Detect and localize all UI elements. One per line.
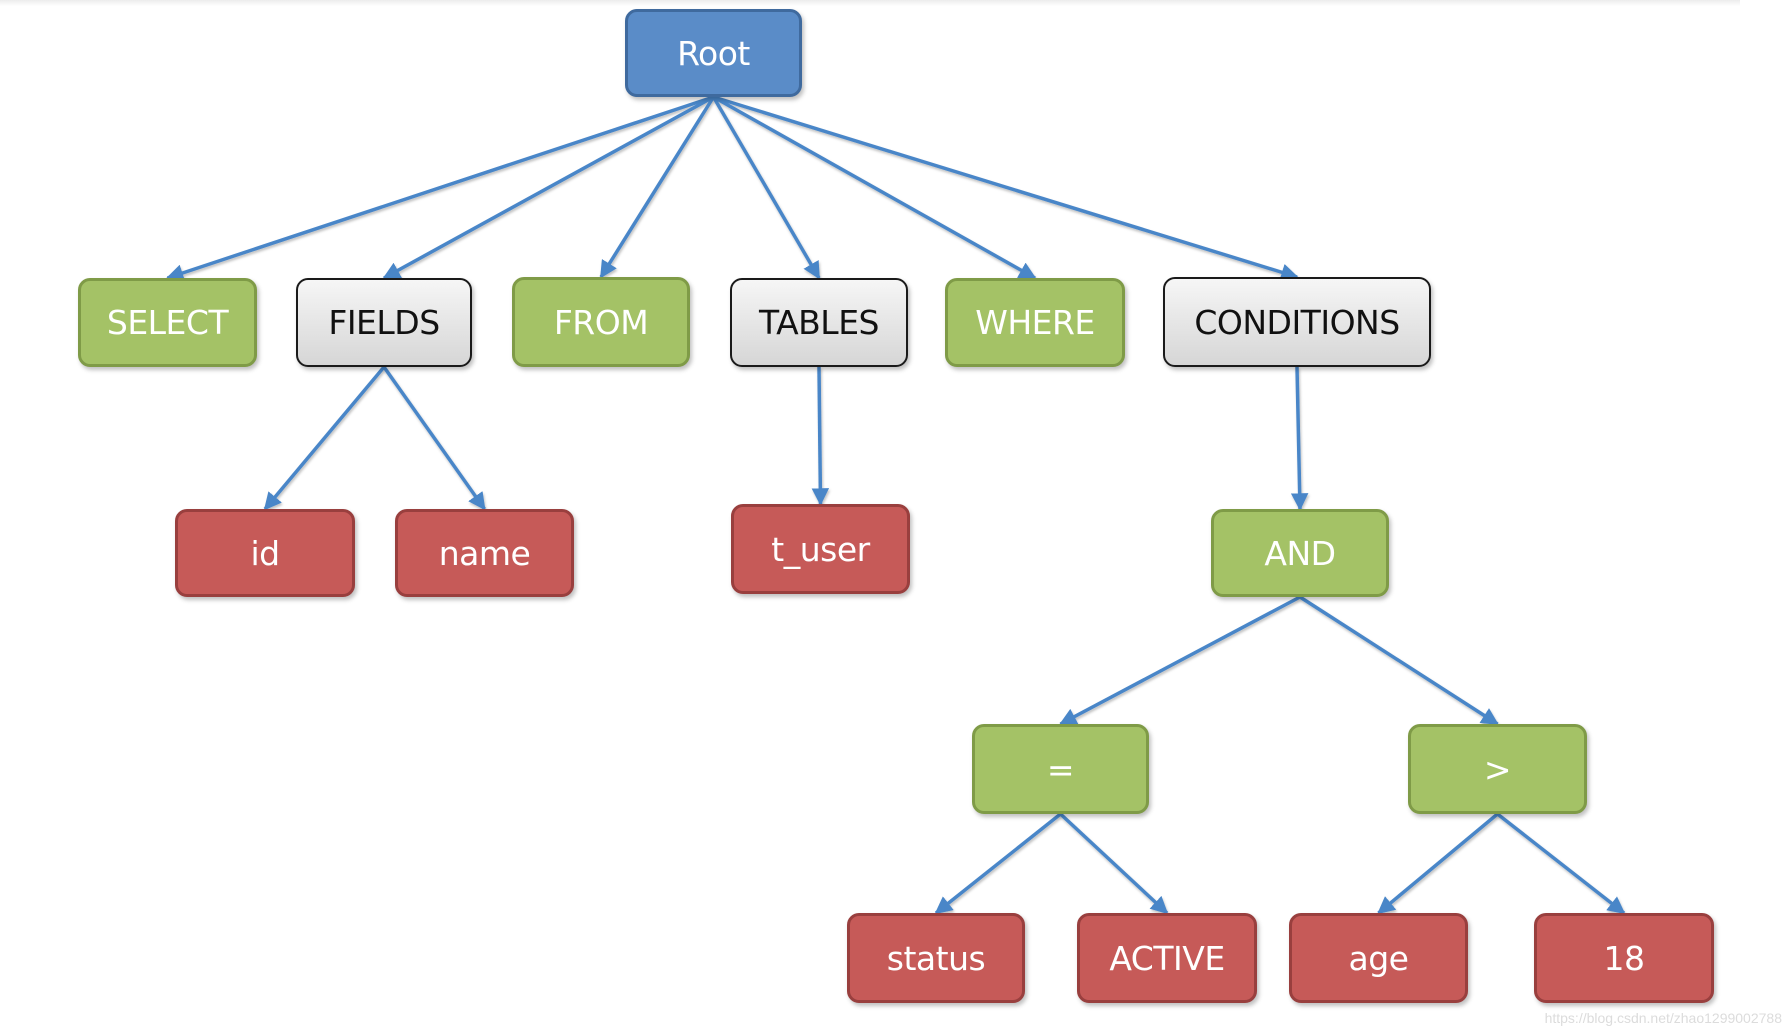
node-label: ACTIVE xyxy=(1109,938,1225,978)
node-label: status xyxy=(886,938,986,978)
node-label: SELECT xyxy=(106,303,229,342)
node-and: AND xyxy=(1211,509,1389,597)
node-label: WHERE xyxy=(975,303,1095,342)
node-label: > xyxy=(1483,749,1512,789)
edge-root-to-select xyxy=(165,95,715,282)
node-label: AND xyxy=(1264,533,1336,573)
edge-root-to-from xyxy=(599,96,715,279)
edge-eq-to-status xyxy=(934,812,1062,915)
node-select: SELECT xyxy=(78,278,257,367)
edge-eq-to-active xyxy=(1059,812,1169,915)
node-label: age xyxy=(1348,938,1409,978)
watermark: https://blog.csdn.net/zhao1299002788 xyxy=(1544,1010,1782,1026)
node-from: FROM xyxy=(512,277,690,367)
node-label: 18 xyxy=(1603,938,1646,978)
node-tables: TABLES xyxy=(730,278,908,367)
edge-and-to-eq xyxy=(1058,595,1301,726)
node-gt: > xyxy=(1408,724,1587,814)
node-active: ACTIVE xyxy=(1077,913,1257,1003)
edge-gt-to-eighteen xyxy=(1496,812,1626,915)
edge-fields-to-name xyxy=(382,365,486,511)
node-t-user: t_user xyxy=(731,504,910,594)
node-label: Root xyxy=(677,33,750,73)
node-label: id xyxy=(250,533,280,573)
node-label: CONDITIONS xyxy=(1194,302,1400,342)
node-label: t_user xyxy=(771,529,870,569)
node-name: name xyxy=(395,509,574,597)
node-label: FROM xyxy=(553,302,649,342)
node-label: name xyxy=(438,533,531,573)
node-conditions: CONDITIONS xyxy=(1163,277,1431,367)
node-label: FIELDS xyxy=(328,303,440,342)
edge-root-to-fields xyxy=(382,95,715,280)
edge-fields-to-id xyxy=(263,365,386,511)
node-label: = xyxy=(1046,749,1075,789)
node-age: age xyxy=(1289,913,1468,1003)
edge-root-to-where xyxy=(712,95,1037,280)
node-where: WHERE xyxy=(945,278,1125,367)
edge-tables-to-t_user xyxy=(811,366,830,506)
edge-gt-to-age xyxy=(1377,812,1499,915)
edge-and-to-gt xyxy=(1299,595,1499,726)
node-id: id xyxy=(175,509,355,597)
node-fields: FIELDS xyxy=(296,278,472,367)
node-status: status xyxy=(847,913,1025,1003)
edge-conditions-to-and xyxy=(1290,366,1309,511)
node-eighteen: 18 xyxy=(1534,913,1714,1003)
node-label: TABLES xyxy=(759,303,880,342)
node-root: Root xyxy=(625,9,802,97)
node-eq: = xyxy=(972,724,1149,814)
